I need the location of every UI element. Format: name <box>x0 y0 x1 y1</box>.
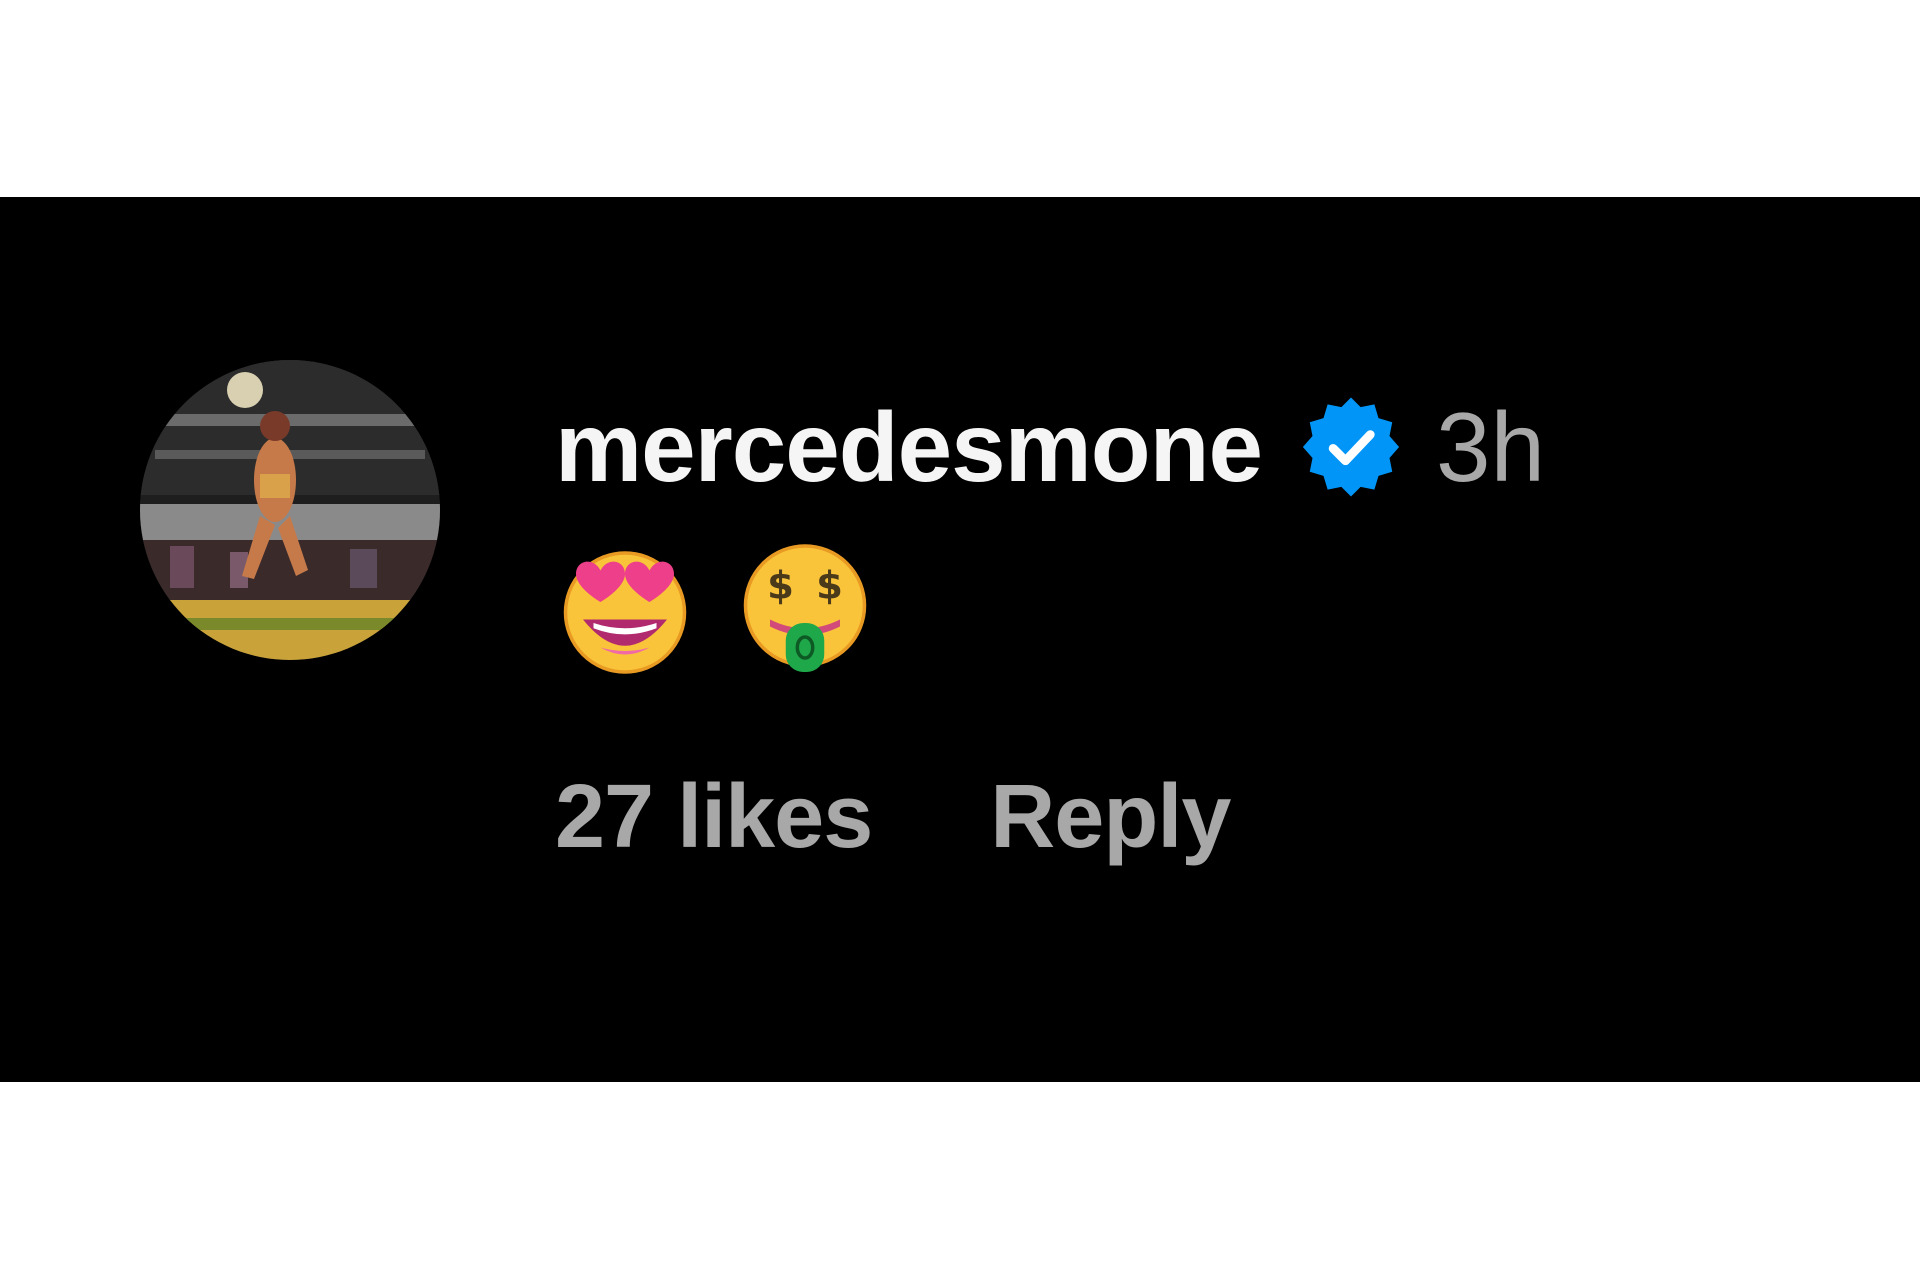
svg-text:$: $ <box>816 564 843 609</box>
avatar-image <box>140 360 440 660</box>
comment-actions: 27 likes Reply <box>555 762 1855 872</box>
reply-button[interactable]: Reply <box>990 766 1231 869</box>
comment-text: $ $ <box>555 534 1855 684</box>
likes-count-button[interactable]: 27 likes <box>555 766 873 869</box>
timestamp: 3h <box>1436 392 1546 502</box>
comment-body: mercedesmone 3h $ $ 27 likes Reply <box>555 382 1855 872</box>
comment-panel: mercedesmone 3h $ $ 27 likes Reply <box>0 197 1920 1082</box>
username[interactable]: mercedesmone <box>555 398 1263 496</box>
svg-text:$: $ <box>767 564 794 609</box>
avatar[interactable] <box>140 360 440 660</box>
page: mercedesmone 3h $ $ 27 likes Reply <box>0 0 1920 1280</box>
verified-badge-icon <box>1296 392 1406 502</box>
star-struck-emoji-icon <box>555 539 695 679</box>
money-mouth-face-emoji-icon: $ $ <box>735 539 875 679</box>
comment-header: mercedesmone 3h <box>555 382 1855 512</box>
